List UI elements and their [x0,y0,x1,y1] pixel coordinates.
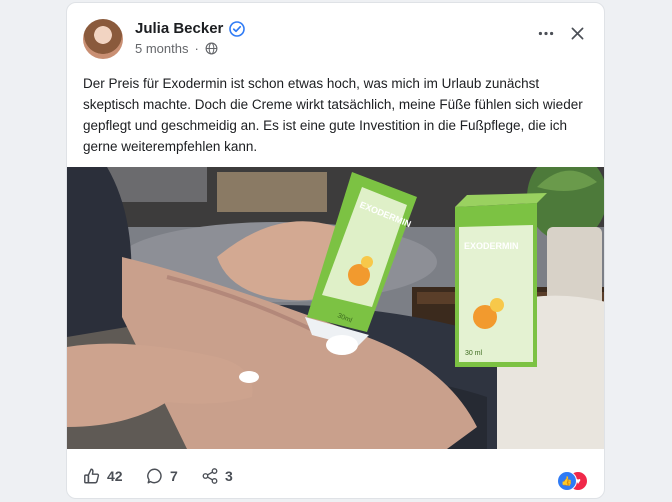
author-name[interactable]: Julia Becker [135,20,223,37]
like-count: 42 [107,468,123,484]
comment-count: 7 [170,468,178,484]
more-dots-icon [538,31,554,35]
author-row: Julia Becker [135,20,246,37]
avatar[interactable] [83,19,123,59]
box-label: EXODERMIN [464,241,519,251]
post-photo[interactable]: EXODERMIN 30ml EXODERMIN 30 ml [67,167,605,449]
share-button[interactable]: 3 [201,467,233,485]
share-icon [202,468,218,484]
globe-icon [205,42,218,55]
reaction-summary[interactable]: 👍 ♥ [557,471,591,491]
comment-bubble-icon [147,468,162,484]
comment-button[interactable]: 7 [146,467,178,485]
post-text: Der Preis für Exodermin ist schon etwas … [83,76,583,154]
like-button[interactable]: 42 [83,467,123,485]
share-count: 3 [225,468,233,484]
post-meta: 5 months · [135,41,218,56]
meta-separator: · [194,41,199,56]
more-options-button[interactable] [533,21,559,45]
close-icon [571,27,583,39]
box-volume: 30 ml [465,350,483,357]
verified-badge-icon [229,20,246,37]
close-button[interactable] [565,21,589,45]
post-card: Julia Becker 5 months · Der Preis für Ex… [66,2,605,499]
like-reaction-icon: 👍 [557,471,577,491]
thumbs-up-icon [84,468,100,484]
post-header: Julia Becker 5 months · [67,3,604,67]
post-time[interactable]: 5 months [135,41,188,56]
post-footer: 42 7 3 👍 ♥ [67,457,604,497]
